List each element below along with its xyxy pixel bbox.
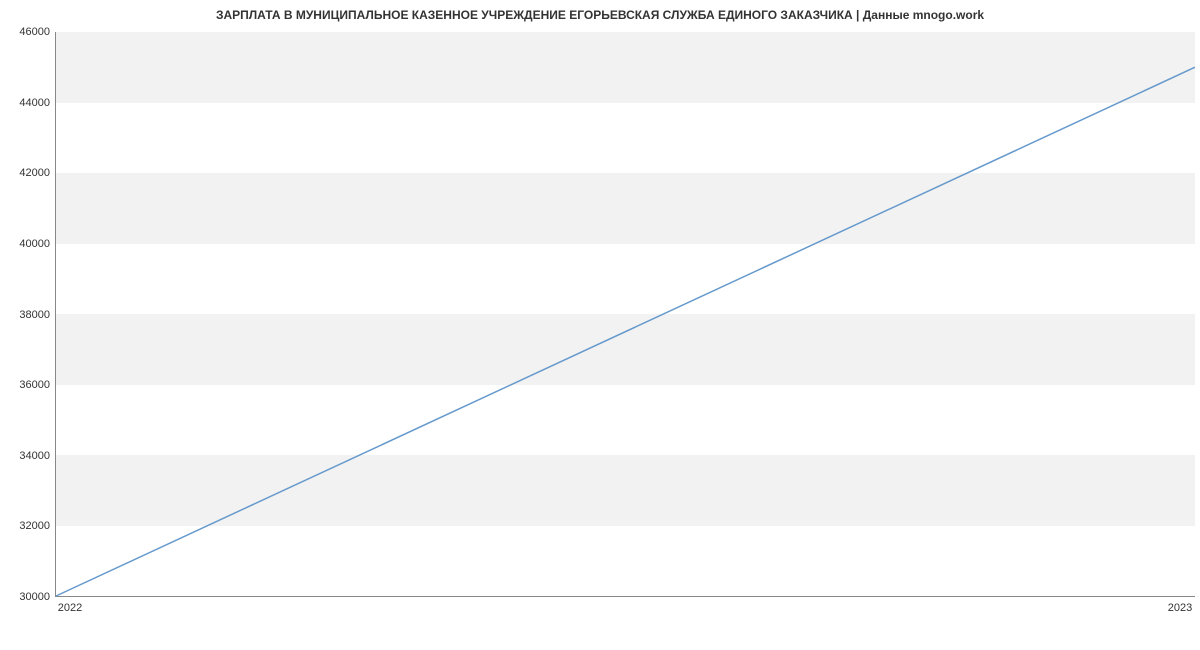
y-tick-label: 30000 xyxy=(5,591,50,603)
chart-line-svg xyxy=(56,32,1195,596)
x-tick-label: 2023 xyxy=(1168,602,1192,614)
chart-title: ЗАРПЛАТА В МУНИЦИПАЛЬНОЕ КАЗЕННОЕ УЧРЕЖД… xyxy=(0,8,1200,22)
y-tick-label: 44000 xyxy=(5,97,50,109)
y-tick-label: 46000 xyxy=(5,26,50,38)
y-tick-label: 38000 xyxy=(5,309,50,321)
data-line xyxy=(56,67,1195,596)
y-tick-label: 42000 xyxy=(5,167,50,179)
y-tick-label: 34000 xyxy=(5,450,50,462)
plot-area xyxy=(55,32,1195,597)
x-tick-label: 2022 xyxy=(58,602,82,614)
y-tick-label: 36000 xyxy=(5,379,50,391)
chart-container: ЗАРПЛАТА В МУНИЦИПАЛЬНОЕ КАЗЕННОЕ УЧРЕЖД… xyxy=(0,0,1200,650)
y-tick-label: 32000 xyxy=(5,520,50,532)
y-tick-label: 40000 xyxy=(5,238,50,250)
